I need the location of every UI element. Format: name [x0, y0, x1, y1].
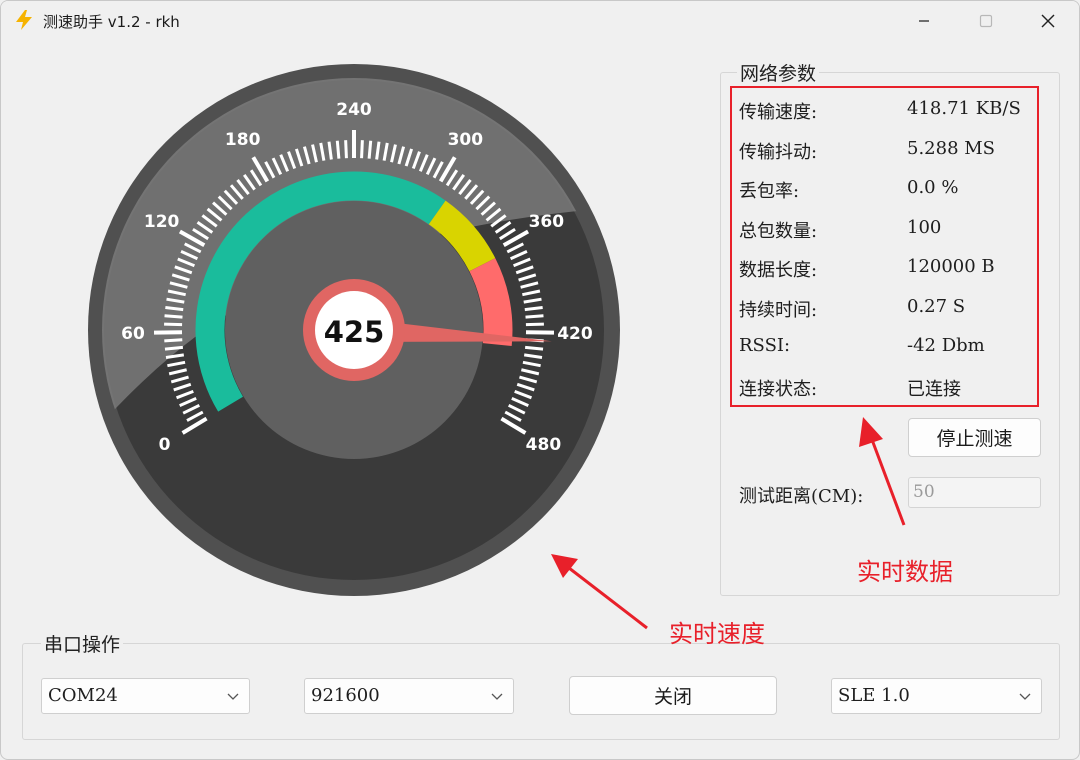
- gauge-minor-tick: [524, 305, 543, 312]
- network-params-title: 网络参数: [737, 59, 820, 86]
- gauge-minor-tick: [367, 140, 373, 159]
- lightning-icon: [16, 10, 32, 30]
- chevron-down-icon: [1019, 693, 1031, 700]
- gauge-minor-tick: [165, 305, 184, 312]
- port-select[interactable]: COM24: [41, 678, 250, 714]
- port-value: COM24: [48, 685, 118, 706]
- close-icon: [1041, 14, 1055, 28]
- gauge-tick-label: 300: [448, 130, 484, 150]
- gauge-minor-tick: [524, 345, 544, 351]
- gauge-tick-label: 420: [557, 324, 593, 344]
- maximize-icon: [979, 14, 993, 28]
- gauge-minor-tick: [344, 140, 348, 159]
- distance-label: 测试距离(CM):: [739, 486, 864, 507]
- gauge-minor-tick: [525, 322, 544, 327]
- protocol-select[interactable]: SLE 1.0: [831, 678, 1042, 714]
- gauge-tick-label: 480: [526, 435, 562, 455]
- gauge-minor-tick: [525, 314, 544, 319]
- chevron-down-icon: [491, 693, 503, 700]
- chevron-down-icon: [227, 693, 239, 700]
- stop-test-button[interactable]: 停止测速: [908, 418, 1041, 457]
- annotation-realtime-data: 实时数据: [857, 558, 953, 586]
- minimize-icon: [919, 20, 929, 22]
- serial-title: 串口操作: [41, 630, 124, 657]
- speed-gauge: 0 60 120 180 240 300 360 420 480 425: [81, 57, 627, 603]
- gauge-minor-tick: [164, 322, 183, 327]
- app-window: 测速助手 v1.2 - rkh 0 60 120 180 240 300 360 420 480: [0, 0, 1080, 760]
- close-button[interactable]: [1017, 1, 1079, 41]
- gauge-tick-label: 240: [336, 100, 372, 120]
- title-bar: 测速助手 v1.2 - rkh: [1, 1, 1079, 41]
- baud-value: 921600: [311, 685, 380, 706]
- gauge-tick-label: 60: [121, 324, 145, 344]
- gauge-band-2: [469, 258, 513, 346]
- gauge-minor-tick: [164, 338, 183, 343]
- close-port-button[interactable]: 关闭: [569, 676, 777, 715]
- gauge-tick-label: 0: [159, 435, 171, 455]
- gauge-minor-tick: [164, 345, 184, 351]
- gauge-minor-tick: [335, 140, 341, 159]
- annotation-realtime-speed: 实时速度: [669, 620, 765, 648]
- window-title: 测速助手 v1.2 - rkh: [43, 13, 180, 31]
- gauge-tick-label: 360: [529, 212, 565, 232]
- highlight-box: [730, 86, 1039, 407]
- gauge-dial: 0 60 120 180 240 300 360 420 480 425: [88, 64, 620, 596]
- minimize-button[interactable]: [893, 1, 955, 41]
- baud-select[interactable]: 921600: [304, 678, 514, 714]
- gauge-minor-tick: [164, 314, 183, 319]
- distance-input[interactable]: 50: [908, 477, 1041, 508]
- protocol-value: SLE 1.0: [838, 685, 910, 706]
- gauge-tick-label: 120: [144, 212, 180, 232]
- gauge-minor-tick: [360, 140, 364, 159]
- gauge-value: 425: [324, 315, 385, 349]
- gauge-tick-label: 180: [225, 130, 261, 150]
- maximize-button[interactable]: [955, 1, 1017, 41]
